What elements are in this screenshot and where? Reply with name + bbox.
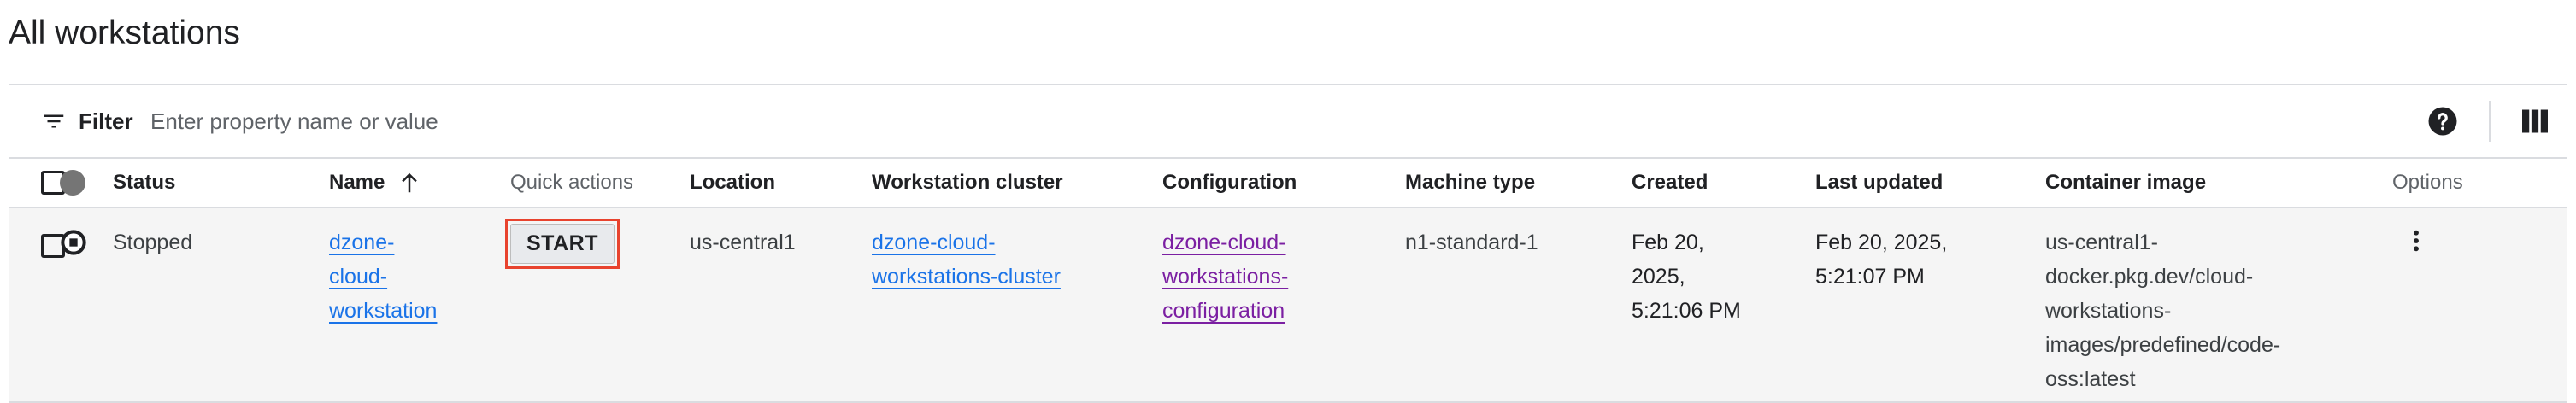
select-all-cell — [9, 159, 65, 208]
column-header-created[interactable]: Created — [1632, 159, 1815, 208]
help-icon[interactable] — [2427, 106, 2458, 137]
container-image-cell: us-central1- docker.pkg.dev/cloud-worksta… — [2045, 207, 2392, 403]
column-header-options: Options — [2392, 159, 2567, 208]
column-header-name[interactable]: Name — [329, 159, 510, 208]
cluster-cell: dzone-cloud-workstations-cluster — [872, 207, 1162, 403]
column-header-container-image[interactable]: Container image — [2045, 159, 2392, 208]
table-row: Stopped dzone-cloud-workstation START us… — [9, 207, 2567, 403]
column-header-machine-type[interactable]: Machine type — [1405, 159, 1632, 208]
column-header-status[interactable]: Status — [113, 159, 329, 208]
machine-type-cell: n1-standard-1 — [1405, 207, 1632, 403]
start-button-highlight: START — [505, 219, 620, 269]
row-select-cell — [9, 207, 65, 403]
column-header-cluster[interactable]: Workstation cluster — [872, 159, 1162, 208]
location-cell: us-central1 — [690, 207, 872, 403]
workstations-panel: Filter Status — [9, 84, 2567, 403]
filter-toolbar: Filter — [9, 85, 2567, 159]
table-header-row: Status Name Quick actions Location Works… — [9, 159, 2567, 208]
cluster-link[interactable]: dzone-cloud-workstations-cluster — [872, 231, 1061, 289]
start-button[interactable]: START — [510, 224, 615, 264]
filter-label: Filter — [79, 108, 133, 134]
filter-icon — [44, 114, 64, 128]
column-header-last-updated[interactable]: Last updated — [1815, 159, 2045, 208]
column-header-quick-actions: Quick actions — [510, 159, 690, 208]
page-title: All workstations — [9, 15, 240, 51]
stop-circle-icon — [61, 230, 86, 255]
status-indicator-icon — [60, 170, 85, 196]
workstation-name-link[interactable]: dzone-cloud-workstation — [329, 231, 437, 323]
filter-input[interactable] — [149, 101, 1520, 142]
arrow-upward-icon — [402, 172, 418, 193]
filter-button[interactable]: Filter — [41, 102, 133, 140]
last-updated-cell: Feb 20, 2025, 5:21:07 PM — [1815, 207, 2045, 403]
configuration-link[interactable]: dzone-cloud-workstations-configuration — [1162, 231, 1288, 323]
more-vert-icon[interactable] — [2403, 225, 2430, 256]
workstations-table: Status Name Quick actions Location Works… — [9, 159, 2567, 403]
status-cell: Stopped — [113, 207, 329, 403]
column-display-icon[interactable] — [2520, 106, 2550, 137]
options-cell — [2392, 207, 2567, 403]
configuration-cell: dzone-cloud-workstations-configuration — [1162, 207, 1405, 403]
status-indicator-header — [60, 159, 113, 208]
column-header-name-label: Name — [329, 171, 385, 194]
row-status-icon-cell — [60, 207, 113, 403]
name-cell: dzone-cloud-workstation — [329, 207, 510, 403]
column-header-location[interactable]: Location — [690, 159, 872, 208]
created-cell: Feb 20, 2025, 5:21:06 PM — [1632, 207, 1815, 403]
quick-actions-cell: START — [505, 207, 690, 403]
toolbar-divider — [2489, 101, 2491, 142]
column-header-configuration[interactable]: Configuration — [1162, 159, 1405, 208]
